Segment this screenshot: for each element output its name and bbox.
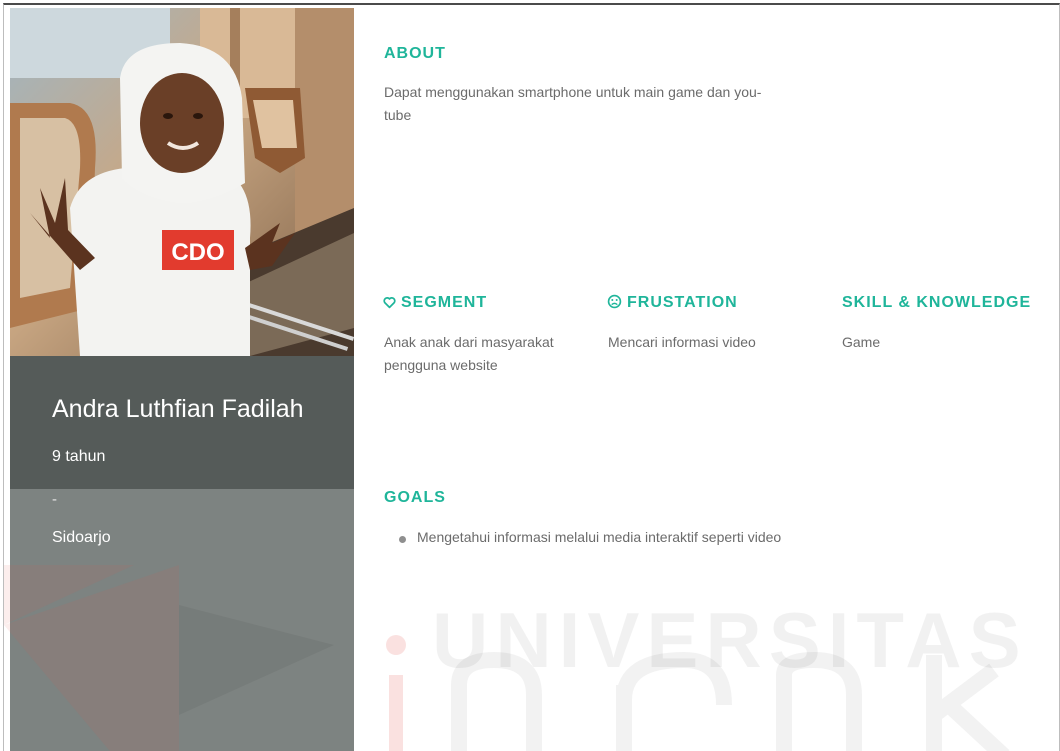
- persona-photo-illustration: CDO: [10, 8, 354, 356]
- goal-bullet-icon: [399, 536, 406, 543]
- frustation-heading-label: FRUSTATION: [627, 294, 738, 311]
- skill-knowledge-text: Game: [842, 334, 881, 350]
- persona-name-panel: Andra Luthfian Fadilah 9 tahun: [10, 356, 354, 489]
- frustation-heading: FRUSTATION: [607, 294, 738, 314]
- persona-age: 9 tahun: [52, 448, 106, 465]
- goals-heading: GOALS: [384, 489, 446, 506]
- about-text-line-2: tube: [384, 107, 412, 123]
- shirt-logo-text: CDO: [171, 239, 224, 266]
- segment-text-line-1: Anak anak dari masyarakat: [384, 334, 554, 350]
- watermark-text: UNIVERSITAS: [432, 596, 1028, 684]
- segment-text: Anak anak dari masyarakat pengguna websi…: [384, 331, 594, 377]
- persona-city: Sidoarjo: [52, 529, 111, 546]
- heart-outline-icon: [383, 296, 396, 314]
- skill-knowledge-heading: SKILL & KNOWLEDGE: [842, 294, 1032, 311]
- about-text: Dapat menggunakan smartphone untuk main …: [384, 81, 804, 127]
- segment-heading-label: SEGMENT: [401, 294, 488, 311]
- segment-text-line-2: pengguna website: [384, 357, 498, 373]
- frustation-text: Mencari informasi video: [608, 334, 756, 350]
- persona-card: CDO Andra Luthfian Fadilah 9 tahun - Sid…: [3, 3, 1060, 751]
- about-text-line-1: Dapat menggunakan smartphone untuk main …: [384, 84, 762, 100]
- persona-separator: -: [52, 491, 57, 508]
- goal-item: Mengetahui informasi melalui media inter…: [417, 529, 782, 545]
- sad-face-icon: [607, 294, 622, 314]
- about-heading: ABOUT: [384, 45, 446, 62]
- segment-heading: SEGMENT: [383, 294, 487, 314]
- persona-name: Andra Luthfian Fadilah: [52, 395, 304, 423]
- persona-photo: CDO: [10, 8, 354, 356]
